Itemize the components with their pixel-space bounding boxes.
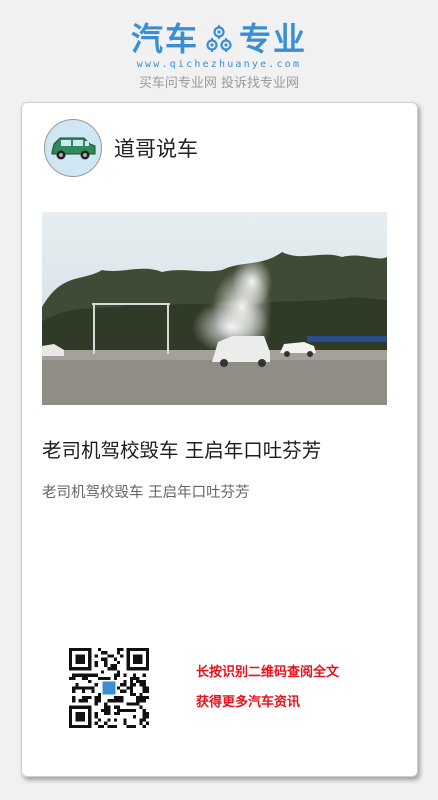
article-title[interactable]: 老司机驾校毁车 王启年口吐芬芳	[42, 437, 392, 465]
brand-name-left: 汽车	[130, 20, 199, 58]
article-subtitle: 老司机驾校毁车 王启年口吐芬芳	[42, 485, 250, 501]
article-card[interactable]: 道哥说车 老司机驾校毁车 王启年口吐芬芳 老司机驾校毁车 王启年口吐芬芳 长按识…	[21, 102, 418, 777]
article-image[interactable]	[42, 212, 387, 405]
cta-text: 长按识别二维码查阅全文 获得更多汽车资讯	[196, 663, 339, 723]
brand-header: 汽车 专业 www.qichezhuanye.com 买车问专业网 投诉找专业网	[0, 18, 438, 92]
brand-logo: 汽车 专业	[0, 18, 438, 60]
author-name: 道哥说车	[114, 137, 198, 161]
author-row[interactable]: 道哥说车	[44, 119, 198, 177]
cta-line-2: 获得更多汽车资讯	[196, 695, 301, 710]
brand-domain: www.qichezhuanye.com	[136, 59, 302, 70]
brand-slogan: 买车问专业网 投诉找专业网	[138, 76, 300, 91]
qr-code-icon[interactable]	[69, 648, 149, 728]
brand-name-right: 专业	[239, 20, 308, 58]
gears-icon	[206, 25, 232, 52]
green-car-avatar[interactable]	[44, 119, 102, 177]
cta-line-1: 长按识别二维码查阅全文	[196, 665, 340, 680]
